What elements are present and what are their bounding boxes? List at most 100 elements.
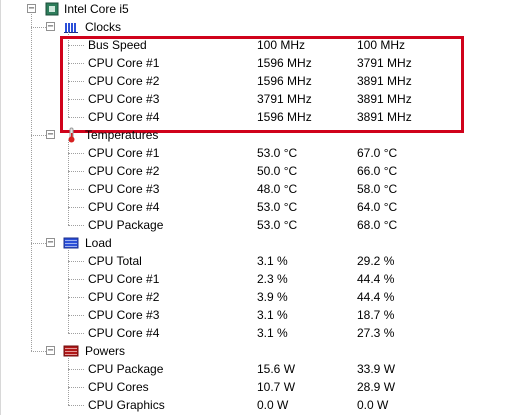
tree-root-label: Intel Core i5 [64,2,129,16]
sensor-value: 3.1 % [257,308,288,322]
load-bars-icon [63,235,79,251]
sensor-max-value: 66.0 °C [357,164,398,178]
sensor-name: CPU Core #4 [88,326,160,340]
sensor-value: 100 MHz [257,38,306,52]
sensor-name: CPU Core #1 [88,56,160,70]
section-row-load[interactable]: − Load [0,234,532,252]
tree-connector [68,81,84,82]
collapse-toggle[interactable]: − [27,4,36,14]
sensor-max-value: 100 MHz [357,38,406,52]
section-label-clocks: Clocks [85,20,122,34]
sensor-value: 2.3 % [257,272,288,286]
tree-connector [31,135,46,136]
section-row-temperatures[interactable]: − Temperatures [0,126,532,144]
collapse-toggle[interactable]: − [46,130,55,140]
sensor-max-value: 68.0 °C [357,218,398,232]
tree-connector [68,45,84,46]
sensor-value: 1596 MHz [257,110,312,124]
tree-connector [68,207,84,208]
sensor-name: CPU Cores [88,380,149,394]
sensor-name: CPU Core #3 [88,182,160,196]
tree-connector [68,99,84,100]
sensor-value: 0.0 W [257,398,289,412]
tree-connector [68,405,84,406]
tree-connector [68,117,84,118]
sensor-name: CPU Core #3 [88,92,160,106]
tree-connector [68,225,84,226]
sensor-name: CPU Core #2 [88,74,160,88]
tree-connector [68,248,69,333]
clocks-icon [63,19,79,35]
sensor-value: 53.0 °C [257,218,298,232]
tree-connector [68,189,84,190]
sensor-max-value: 28.9 W [357,380,396,394]
sensor-name: CPU Package [88,362,164,376]
sensor-value: 3791 MHz [257,92,312,106]
sensor-name: CPU Total [88,254,142,268]
sensor-name: CPU Core #2 [88,164,160,178]
sensor-value: 3.9 % [257,290,288,304]
tree-connector [68,333,84,334]
sensor-value: 53.0 °C [257,200,298,214]
section-row-clocks[interactable]: − Clocks [0,18,532,36]
sensor-max-value: 58.0 °C [357,182,398,196]
collapse-toggle[interactable]: − [46,346,55,356]
sensor-max-value: 3891 MHz [357,92,412,106]
sensor-value: 15.6 W [257,362,296,376]
tree-connector [68,153,84,154]
sensor-max-value: 3791 MHz [357,56,412,70]
tree-connector [68,369,84,370]
sensor-max-value: 29.2 % [357,254,395,268]
sensor-value: 3.1 % [257,254,288,268]
sensor-value: 1596 MHz [257,56,312,70]
sensor-value: 48.0 °C [257,182,298,196]
section-row-powers[interactable]: − Powers [0,342,532,360]
sensor-max-value: 44.4 % [357,272,395,286]
sensor-value: 3.1 % [257,326,288,340]
sensor-name: CPU Core #2 [88,290,160,304]
sensor-max-value: 27.3 % [357,326,395,340]
sensor-name: CPU Core #4 [88,110,160,124]
section-label-temperatures: Temperatures [85,128,159,142]
sensor-max-value: 64.0 °C [357,200,398,214]
tree-connector [68,63,84,64]
tree-root-row[interactable]: − Intel Core i5 [0,0,532,18]
section-label-load: Load [85,236,112,250]
sensor-max-value: 33.9 W [357,362,396,376]
thermometer-icon [63,127,79,143]
sensor-max-value: 3891 MHz [357,74,412,88]
sensor-value: 10.7 W [257,380,296,394]
sensor-max-value: 18.7 % [357,308,395,322]
tree-connector [31,27,46,28]
tree-connector [68,140,69,225]
section-label-powers: Powers [85,344,126,358]
sensor-max-value: 44.4 % [357,290,395,304]
tree-connector [68,171,84,172]
collapse-toggle[interactable]: − [46,22,55,32]
sensor-max-value: 67.0 °C [357,146,398,160]
tree-connector [68,261,84,262]
sensor-max-value: 3891 MHz [357,110,412,124]
tree-connector [31,243,46,244]
sensor-tree: − Intel Core i5− Clocks Bus Speed 100 MHz 100… [0,0,532,415]
tree-connector [68,279,84,280]
tree-connector [68,32,69,117]
sensor-name: CPU Core #1 [88,272,160,286]
tree-connector [68,315,84,316]
tree-connector [68,387,84,388]
tree-connector [31,351,46,352]
collapse-toggle[interactable]: − [46,238,55,248]
power-bars-icon [63,343,79,359]
sensor-name: Bus Speed [88,38,147,52]
sensor-value: 1596 MHz [257,74,312,88]
tree-connector [68,297,84,298]
sensor-value: 50.0 °C [257,164,298,178]
sensor-name: CPU Core #3 [88,308,160,322]
tree-connector [31,14,32,351]
sensor-max-value: 0.0 W [357,398,389,412]
sensor-name: CPU Core #4 [88,200,160,214]
sensor-name: CPU Graphics [88,398,165,412]
tree-connector [68,356,69,405]
cpu-chip-icon [44,1,60,17]
sensor-value: 53.0 °C [257,146,298,160]
